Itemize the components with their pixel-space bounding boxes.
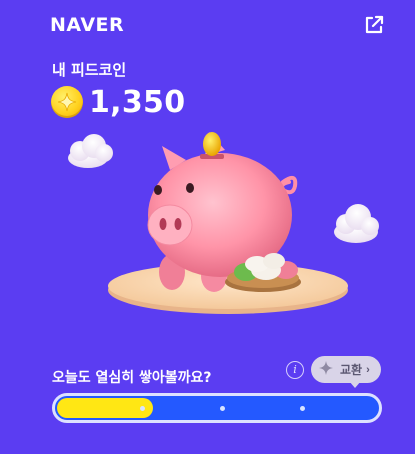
coin-balance-row: 1,350 [51,84,186,120]
chevron-right-icon: › [366,363,370,376]
piggy-bank-illustration [68,132,379,314]
info-icon[interactable]: i [286,361,304,379]
encouragement-text: 오늘도 열심히 쌓아볼까요? [52,370,212,386]
progress-checkpoint [220,406,225,411]
external-link-icon[interactable] [363,14,385,36]
coin-sparkle-icon [51,86,83,118]
sparkle-icon [318,360,334,379]
coin-balance: 1,350 [89,84,186,120]
progress-checkpoint [300,406,305,411]
naver-logo: NAVER [50,14,125,36]
exchange-button[interactable]: 교환 › [311,356,381,388]
progress-checkpoint [140,406,145,411]
feed-coin-card: NAVER 내 피드코인 1,350 오늘도 열심히 쌓아볼까요? i 교환 › [0,0,415,454]
tooltip-tail [349,381,361,388]
coin-progress-bar [52,393,382,423]
exchange-label: 교환 [340,363,363,377]
progress-fill [57,398,153,418]
page-title: 내 피드코인 [52,61,127,79]
cloud-left [68,134,113,168]
cloud-right [334,204,379,243]
